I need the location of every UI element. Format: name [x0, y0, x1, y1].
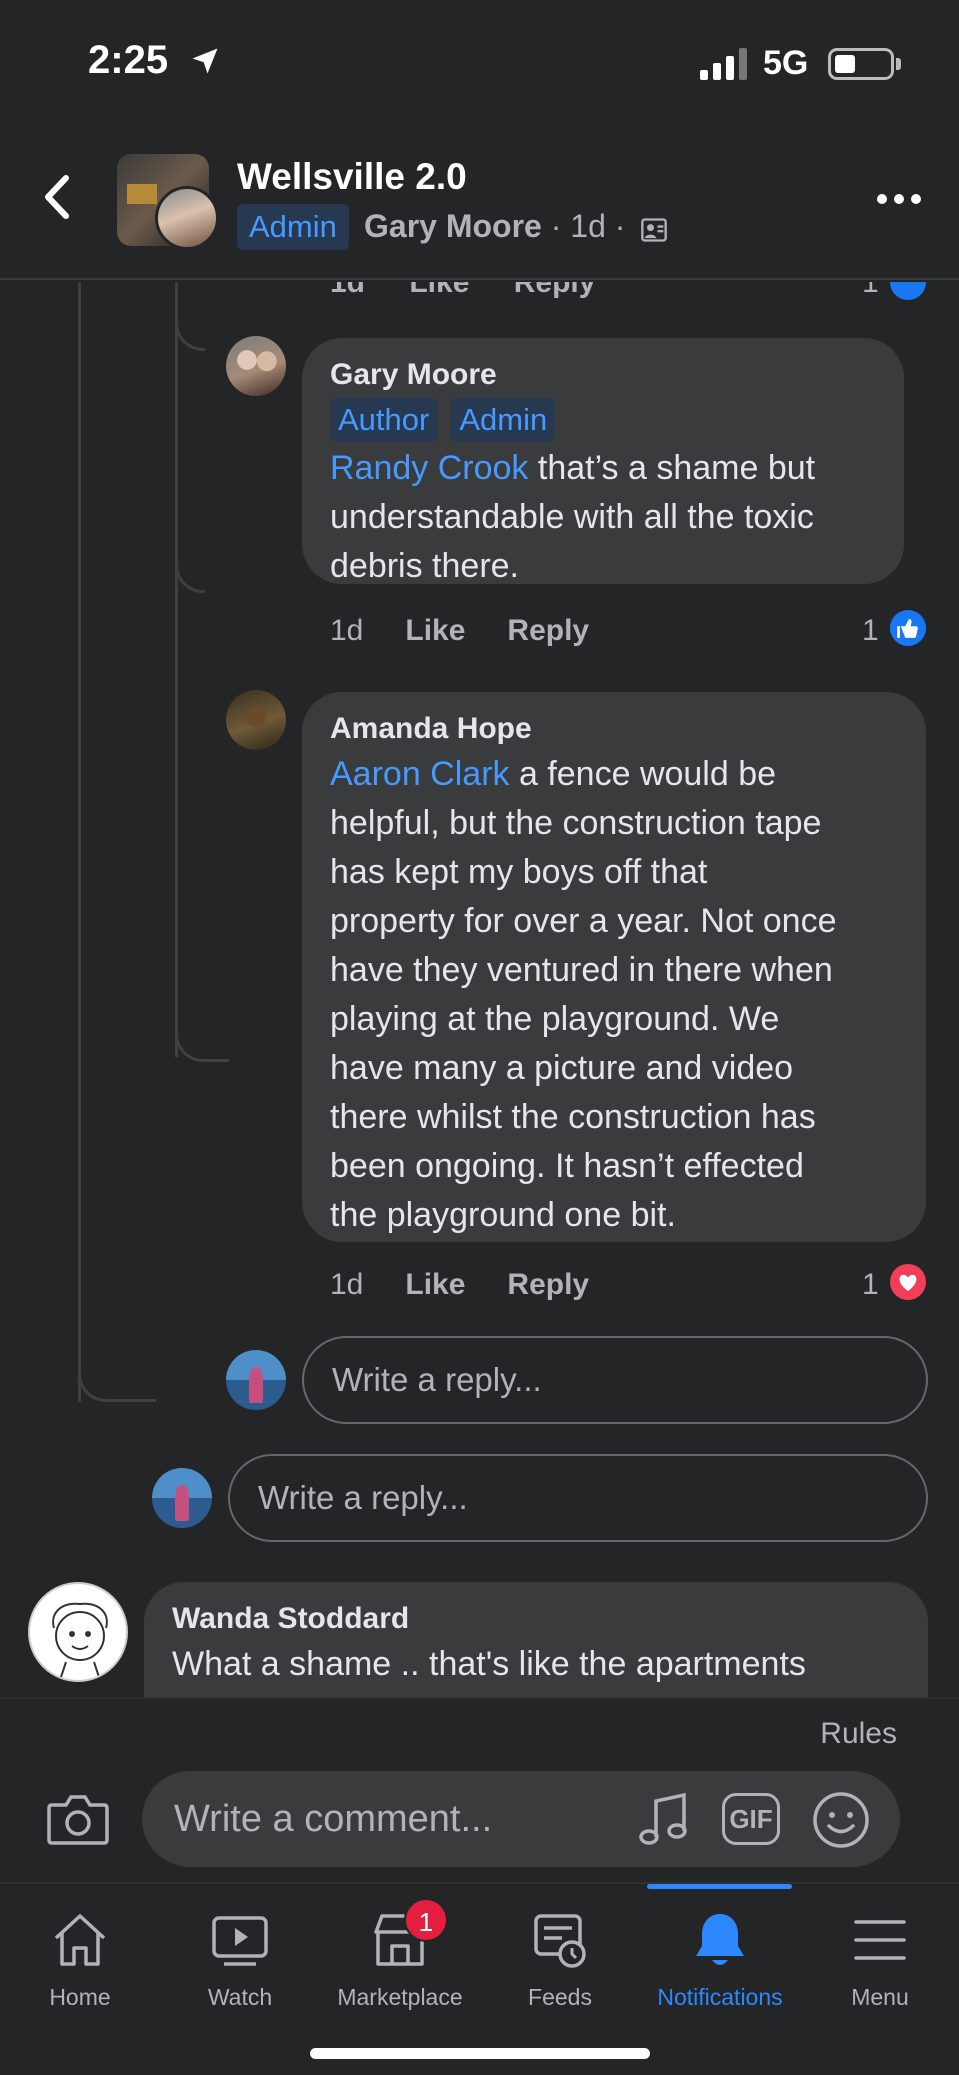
like-button[interactable]: Like: [405, 1268, 465, 1302]
admin-badge: Admin: [237, 204, 349, 250]
comment-text: What a shame .. that's like the apartmen…: [172, 1645, 806, 1683]
battery-icon: [828, 48, 894, 80]
menu-icon: [854, 1920, 906, 1960]
comment-bubble: Amanda Hope Aaron Clark a fence would be…: [302, 692, 926, 1242]
group-audience-icon: [641, 218, 667, 242]
comment-text: Randy Crook that’s a shame but understand…: [330, 449, 816, 585]
comment-time: 1d: [330, 614, 364, 647]
location-arrow-icon: [192, 48, 218, 74]
commenter-name[interactable]: Gary Moore: [330, 356, 876, 394]
commenter-avatar[interactable]: [226, 336, 286, 396]
signal-icon: [700, 48, 747, 80]
previous-reply-button[interactable]: Reply: [514, 282, 596, 299]
commenter-name[interactable]: Wanda Stoddard: [172, 1600, 900, 1638]
thread-connector: [175, 1002, 229, 1062]
commenter-avatar[interactable]: [28, 1582, 128, 1682]
like-reaction-icon: [888, 282, 928, 302]
comment-placeholder: Write a comment...: [174, 1798, 493, 1840]
comment-composer: Rules Write a comment... GIF: [0, 1697, 959, 1882]
thread-connector: [175, 522, 205, 593]
admin-badge: Admin: [451, 398, 556, 442]
home-indicator: [310, 2048, 650, 2059]
tab-label: Marketplace: [337, 1984, 463, 2010]
tab-notifications[interactable]: Notifications: [640, 1884, 800, 2034]
previous-comment-time: 1d: [330, 282, 366, 299]
commenter-name[interactable]: Amanda Hope: [330, 710, 898, 748]
tab-label: Watch: [207, 1984, 273, 2010]
like-button[interactable]: Like: [405, 614, 465, 648]
comment-bubble: Gary Moore Author Admin Randy Crook that…: [302, 338, 904, 585]
post-meta: Gary Moore · 1d ·: [364, 208, 625, 245]
tab-label: Menu: [851, 1984, 909, 2010]
bell-icon: [696, 1914, 744, 1965]
marketplace-badge: 1: [404, 1898, 448, 1942]
previous-comment-actions: 1d Like Reply: [330, 282, 595, 300]
thread-connector: [175, 282, 205, 351]
status-time: 2:25: [88, 38, 169, 82]
author-badge: Author: [330, 398, 438, 442]
my-avatar: [226, 1350, 286, 1410]
commenter-avatar[interactable]: [226, 690, 286, 750]
home-icon: [54, 1914, 106, 1966]
post-age: 1d: [570, 208, 606, 244]
comment-actions: 1d Like Reply: [330, 1268, 589, 1302]
comment-input[interactable]: Write a comment... GIF: [142, 1771, 900, 1867]
like-reaction-icon[interactable]: [888, 608, 928, 648]
comment-text: Aaron Clark a fence would be helpful, but…: [330, 755, 837, 1234]
reply-button[interactable]: Reply: [507, 1268, 589, 1302]
group-title[interactable]: Wellsville 2.0: [237, 156, 467, 198]
love-reaction-icon[interactable]: [888, 1262, 928, 1302]
tab-label: Home: [49, 1984, 111, 2010]
comment-thread: 1d Like Reply 1 Gary Moore Author Admin …: [0, 282, 959, 1697]
reply-button[interactable]: Reply: [507, 614, 589, 648]
reply-input[interactable]: Write a reply...: [228, 1454, 928, 1542]
tab-home[interactable]: Home: [0, 1884, 160, 2034]
previous-reaction-count: 1: [862, 282, 879, 299]
more-options-icon[interactable]: [876, 190, 922, 208]
battery-nub: [896, 58, 901, 70]
watch-icon: [212, 1916, 268, 1966]
tab-label: Feeds: [528, 1984, 592, 2010]
back-chevron-icon[interactable]: [38, 172, 78, 222]
camera-icon[interactable]: [46, 1791, 110, 1847]
tab-watch[interactable]: Watch: [160, 1884, 320, 2034]
bottom-tab-bar: Home Watch Marketplace 1 Feeds Notificat…: [0, 1882, 959, 2075]
tab-feeds[interactable]: Feeds: [480, 1884, 640, 2034]
meta-separator: ·: [550, 208, 562, 244]
status-bar: 2:25 5G: [0, 0, 959, 130]
commenter-badges: Author Admin: [330, 398, 876, 442]
comment-actions: 1d Like Reply: [330, 614, 589, 648]
sketch-face-icon: [52, 1602, 108, 1680]
network-label: 5G: [763, 44, 809, 82]
mention-link[interactable]: Aaron Clark: [330, 755, 510, 793]
mention-link[interactable]: Randy Crook: [330, 449, 528, 487]
music-note-icon[interactable]: [636, 1791, 692, 1849]
tab-label: Notifications: [657, 1984, 783, 2010]
my-avatar: [152, 1468, 212, 1528]
tab-menu[interactable]: Menu: [800, 1884, 959, 2034]
reaction-count: 1: [862, 1268, 879, 1301]
post-header: Wellsville 2.0 Admin Gary Moore · 1d ·: [0, 130, 959, 280]
feeds-icon: [534, 1914, 586, 1968]
rules-link[interactable]: Rules: [820, 1717, 897, 1751]
reaction-count: 1: [862, 614, 879, 647]
thread-line-inner: [175, 282, 178, 1057]
comment-bubble: Wanda Stoddard What a shame .. that's li…: [144, 1582, 928, 1697]
tab-marketplace[interactable]: Marketplace: [320, 1884, 480, 2034]
thread-line-outer: [78, 282, 81, 1402]
comment-time: 1d: [330, 1268, 364, 1301]
thread-connector: [78, 1342, 156, 1402]
author-avatar[interactable]: [155, 186, 219, 250]
reply-input[interactable]: Write a reply...: [302, 1336, 928, 1424]
emoji-icon[interactable]: [812, 1791, 870, 1849]
previous-like-button[interactable]: Like: [409, 282, 469, 299]
post-author[interactable]: Gary Moore: [364, 208, 542, 244]
meta-separator: ·: [614, 208, 626, 244]
gif-icon[interactable]: GIF: [722, 1793, 780, 1845]
